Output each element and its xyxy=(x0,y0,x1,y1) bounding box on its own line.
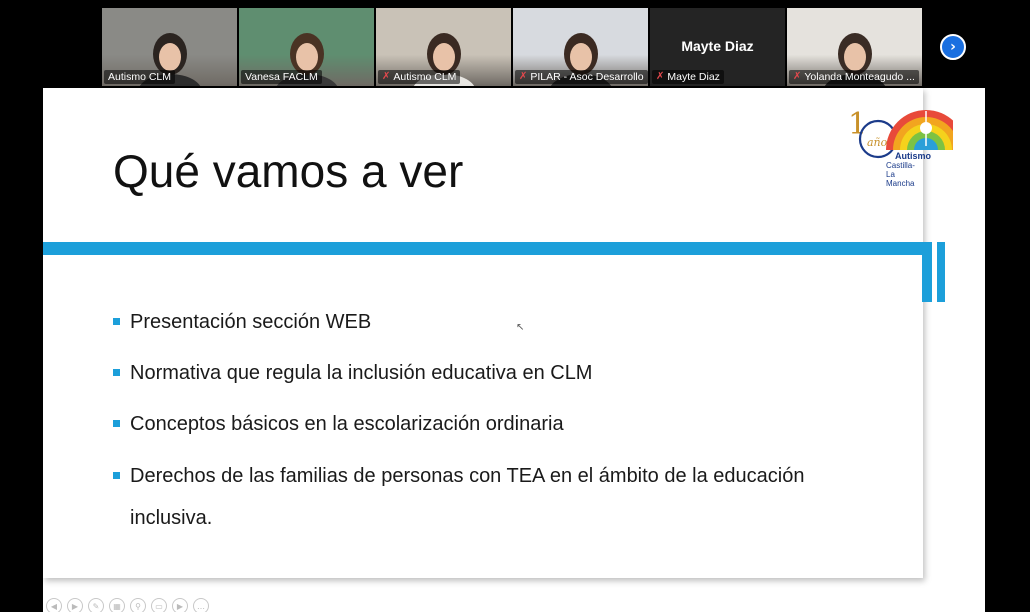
bullet-text: Derechos de las familias de personas con… xyxy=(130,465,805,529)
participant-name: Yolanda Monteagudo ... xyxy=(804,71,915,83)
logo-text-region: Castilla-La Mancha xyxy=(886,161,915,188)
slide-bullet-list: Presentación sección WEB Normativa que r… xyxy=(113,310,830,566)
zoom-icon[interactable]: ⚲ xyxy=(130,598,146,612)
slide-title: Qué vamos a ver xyxy=(113,145,464,197)
chevron-right-icon[interactable]: › xyxy=(940,34,966,60)
slide-accent-bar xyxy=(922,242,932,302)
participant-tile[interactable]: ✗ Yolanda Monteagudo ... xyxy=(787,8,922,86)
participant-name: Vanesa FACLM xyxy=(245,71,318,83)
participant-name: Mayte Diaz xyxy=(667,71,720,83)
participant-name: Autismo CLM xyxy=(108,71,172,83)
meeting-window: Autismo CLM Vanesa FACLM ✗ Autismo CLM ✗ PILA… xyxy=(0,0,1030,612)
shared-slide: Qué vamos a ver 1 años Autismo Castilla-… xyxy=(43,88,985,612)
pen-icon[interactable]: ✎ xyxy=(88,598,104,612)
prev-icon[interactable]: ◀ xyxy=(46,598,62,612)
mic-off-icon: ✗ xyxy=(519,71,528,82)
participant-name-label: ✗ Mayte Diaz xyxy=(652,70,724,84)
mic-off-icon: ✗ xyxy=(656,71,665,82)
participant-name-label: ✗ Yolanda Monteagudo ... xyxy=(789,70,919,84)
participant-name: Autismo CLM xyxy=(393,71,457,83)
bullet-square-icon xyxy=(113,472,120,479)
participant-name-label: Vanesa FACLM xyxy=(241,70,322,84)
bullet-text: Conceptos básicos en la escolarización o… xyxy=(130,413,564,435)
mic-off-icon: ✗ xyxy=(382,71,391,82)
slides-icon[interactable]: ▦ xyxy=(109,598,125,612)
next-icon[interactable]: ▶ xyxy=(67,598,83,612)
bullet-square-icon xyxy=(113,318,120,325)
bullet-text: Normativa que regula la inclusión educat… xyxy=(130,362,593,384)
more-icon[interactable]: … xyxy=(193,598,209,612)
participant-tile[interactable]: ✗ PILAR - Asoc Desarrollo xyxy=(513,8,648,86)
video-icon[interactable]: ▶ xyxy=(172,598,188,612)
participant-tile[interactable]: ✗ Autismo CLM xyxy=(376,8,511,86)
list-item: Normativa que regula la inclusión educat… xyxy=(113,361,830,385)
subtitles-icon[interactable]: ▭ xyxy=(151,598,167,612)
participant-display-name: Mayte Diaz xyxy=(681,38,754,54)
slide-accent-bar xyxy=(937,242,945,302)
list-item: Conceptos básicos en la escolarización o… xyxy=(113,412,830,436)
mouse-cursor-icon: ↖ xyxy=(516,322,525,333)
participant-name: PILAR - Asoc Desarrollo xyxy=(530,71,644,83)
participant-tile[interactable]: Vanesa FACLM xyxy=(239,8,374,86)
participant-name-label: ✗ Autismo CLM xyxy=(378,70,461,84)
bullet-square-icon xyxy=(113,420,120,427)
list-item: Presentación sección WEB xyxy=(113,310,830,334)
participant-strip: Autismo CLM Vanesa FACLM ✗ Autismo CLM ✗ PILA… xyxy=(102,8,922,86)
participant-tile[interactable]: Autismo CLM xyxy=(102,8,237,86)
bullet-square-icon xyxy=(113,369,120,376)
slide-accent-band xyxy=(43,242,922,255)
mic-off-icon: ✗ xyxy=(793,71,802,82)
list-item: Derechos de las familias de personas con… xyxy=(113,455,830,539)
slide-toolbar: ◀ ▶ ✎ ▦ ⚲ ▭ ▶ … xyxy=(46,598,209,612)
participant-name-label: ✗ PILAR - Asoc Desarrollo xyxy=(515,70,648,84)
participant-tile[interactable]: Mayte Diaz ✗ Mayte Diaz xyxy=(650,8,785,86)
logo-text-autismo: Autismo xyxy=(895,151,931,161)
bullet-text: Presentación sección WEB xyxy=(130,311,372,333)
slide-canvas: Qué vamos a ver 1 años Autismo Castilla-… xyxy=(43,88,953,578)
svg-text:1: 1 xyxy=(848,107,867,142)
participant-name-label: Autismo CLM xyxy=(104,70,176,84)
